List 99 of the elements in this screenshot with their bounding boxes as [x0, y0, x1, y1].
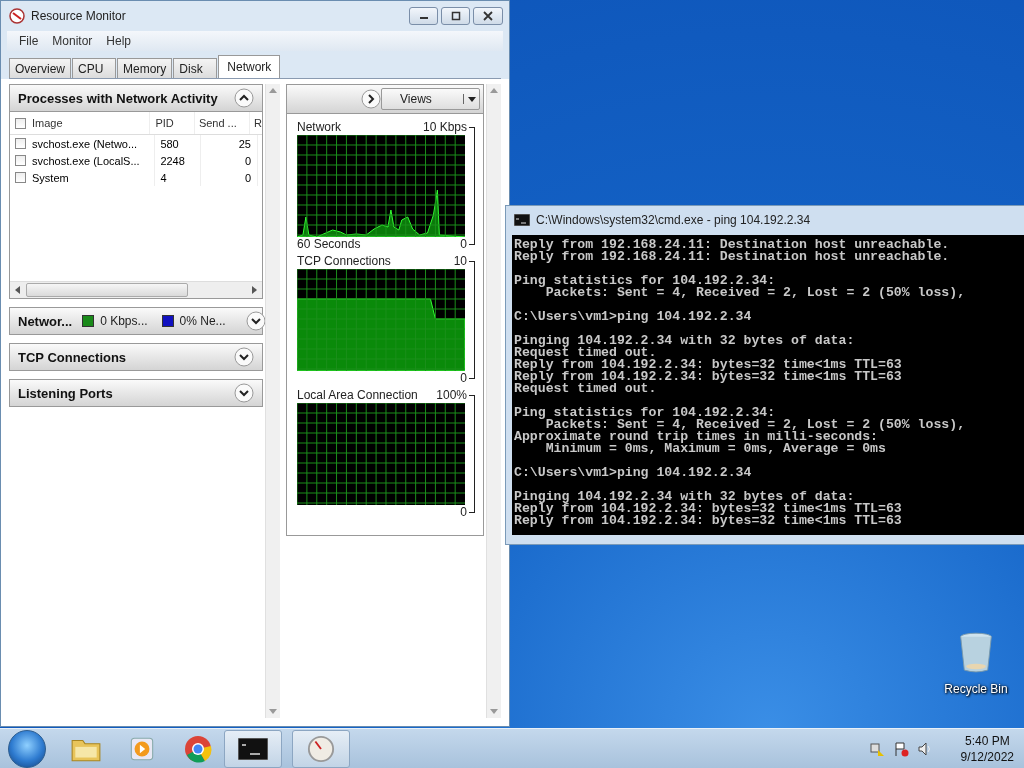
panel-title: Processes with Network Activity: [18, 90, 218, 106]
graph-max-label: 10: [453, 254, 467, 269]
panel-title: Networ...: [18, 313, 73, 329]
console-line: Reply from 104.192.2.34: bytes=32 time<1ms TTL=63: [514, 371, 903, 383]
table-cell: 0: [201, 152, 258, 169]
console-line: Reply from 104.192.2.34: bytes=32 time<1ms TTL=63: [514, 359, 903, 371]
volume-icon[interactable]: [916, 740, 933, 757]
scroll-up-icon[interactable]: [269, 88, 277, 94]
network-icon[interactable]: [868, 740, 885, 757]
scroll-down-icon[interactable]: [269, 708, 277, 714]
table-cell: 25: [201, 135, 258, 152]
column-header[interactable]: Image: [32, 117, 63, 129]
graph-title: Local Area Connection: [297, 388, 418, 403]
console-line: Request timed out.: [514, 347, 657, 359]
scroll-right-icon[interactable]: [251, 286, 257, 294]
console-line: Minimum = 0ms, Maximum = 0ms, Average = 0ms: [545, 443, 887, 455]
table-cell: 4: [155, 169, 202, 186]
menu-item[interactable]: Monitor: [46, 34, 101, 48]
icon-label: Recycle Bin: [944, 682, 1008, 696]
menu-item[interactable]: Help: [100, 34, 140, 48]
console-line: Ping statistics for 104.192.2.34:: [514, 407, 777, 419]
legend-label: 0% Ne...: [179, 314, 226, 328]
console-line: Reply from 104.192.2.34: bytes=32 time<1ms TTL=63: [514, 515, 903, 527]
scroll-down-icon[interactable]: [490, 708, 498, 714]
table-cell: 0: [201, 169, 258, 186]
console-line: Request timed out.: [514, 383, 658, 395]
legend-label: 0 Kbps...: [100, 314, 148, 328]
console-line: Pinging 104.192.2.34 with 32 bytes of data:: [514, 335, 856, 347]
column-header[interactable]: Send ...: [194, 112, 251, 134]
graph-max-label: 100%: [436, 388, 467, 403]
console-line: Ping statistics for 104.192.2.34:: [514, 275, 777, 287]
panel-title: TCP Connections: [18, 349, 127, 365]
dropdown-arrow-icon: [463, 94, 477, 104]
console-line: Reply from 104.192.2.34: bytes=32 time<1ms TTL=63: [514, 503, 903, 515]
panel-header[interactable]: Processes with Network Activity: [9, 84, 263, 112]
maximize-button[interactable]: [441, 7, 470, 25]
tab[interactable]: CPU: [72, 58, 116, 78]
panel-title: Listening Ports: [18, 385, 113, 401]
desktop-icon[interactable]: Recycle Bin: [940, 630, 1012, 696]
scroll-up-icon[interactable]: [490, 88, 498, 94]
chevron-icon[interactable]: [234, 383, 254, 403]
console-line: Reply from 192.168.24.11: Destination host unreachable.: [514, 239, 951, 251]
checkbox[interactable]: [15, 172, 26, 183]
graph-min-label: 0: [460, 237, 467, 252]
console-line: Pinging 104.192.2.34 with 32 bytes of data:: [514, 491, 855, 503]
tab[interactable]: Network: [218, 55, 281, 78]
console-line: Packets: Sent = 4, Received = 2, Lost = 2 (50% loss),: [545, 419, 967, 431]
menu-item[interactable]: File: [13, 34, 47, 48]
views-button[interactable]: Views: [381, 88, 480, 110]
table-cell: svchost.exe (LocalS...: [32, 154, 140, 167]
close-button[interactable]: [473, 7, 503, 25]
chevron-icon[interactable]: [234, 347, 254, 367]
maximize-icon: [450, 11, 461, 21]
start-button[interactable]: [8, 729, 46, 768]
vertical-scrollbar[interactable]: [486, 84, 501, 718]
scroll-left-icon[interactable]: [15, 286, 21, 294]
minimize-button[interactable]: [409, 7, 438, 25]
console-line: C:\Users\vm1>ping 104.192.2.34: [514, 311, 753, 323]
console-line: Reply from 192.168.24.11: Destination host unreachable.: [514, 251, 951, 263]
panel-header[interactable]: TCP Connections: [9, 343, 263, 371]
table-cell: svchost.exe (Netwo...: [32, 137, 138, 150]
console-icon: [238, 737, 268, 760]
column-header[interactable]: PID: [150, 112, 195, 134]
graph-title: TCP Connections: [297, 254, 391, 269]
table-cell: System: [32, 171, 69, 184]
graph-min-label: 0: [460, 371, 467, 386]
graph-footer: 60 Seconds: [297, 237, 361, 252]
column-header[interactable]: R: [250, 117, 262, 129]
panel-header[interactable]: Listening Ports: [9, 379, 263, 407]
browser-icon[interactable]: [182, 733, 214, 764]
trash-bin-icon: [958, 630, 994, 676]
flag-icon[interactable]: [892, 740, 909, 757]
window-title: Resource Monitor: [31, 9, 127, 23]
chevron-icon[interactable]: [245, 311, 266, 331]
clock-time[interactable]: 5:40 PM: [964, 732, 1010, 749]
chevron-icon[interactable]: [234, 88, 254, 108]
tab[interactable]: Memory: [117, 58, 173, 78]
panel-header[interactable]: Networ... 0 Kbps... 0% Ne...: [9, 307, 263, 335]
console-line: Approximate round trip times in milli-seconds:: [514, 431, 879, 443]
graph-min-label: 0: [460, 505, 467, 520]
checkbox[interactable]: [15, 138, 26, 149]
window-title: C:\Windows\system32\cmd.exe - ping 104.192.2.34: [536, 213, 811, 227]
console-icon: [514, 214, 530, 226]
tab[interactable]: Overview: [9, 58, 71, 78]
table-cell: 580: [155, 135, 202, 152]
table-cell: 2248: [155, 152, 202, 169]
graph-max-label: 10 Kbps: [422, 120, 467, 135]
chevron-icon[interactable]: [361, 89, 381, 109]
horizontal-scrollbar[interactable]: [10, 281, 262, 298]
vertical-scrollbar[interactable]: [265, 84, 280, 718]
close-icon: [483, 11, 493, 21]
tab[interactable]: Disk: [173, 58, 218, 78]
clock-date[interactable]: 9/12/2022: [960, 748, 1014, 765]
graph-title: Network: [297, 120, 341, 135]
checkbox[interactable]: [15, 117, 26, 129]
console-line: C:\Users\vm1>ping 104.192.2.34: [514, 467, 753, 479]
taskbar-button[interactable]: [224, 729, 282, 768]
checkbox[interactable]: [15, 155, 26, 166]
console-line: Packets: Sent = 4, Received = 2, Lost = 2 (50% loss),: [545, 287, 967, 299]
